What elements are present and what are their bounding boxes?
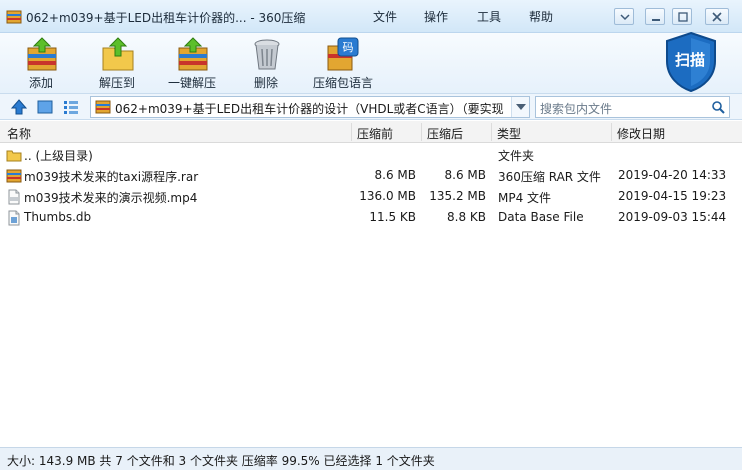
list-view-icon[interactable]: [62, 98, 80, 116]
delete-button[interactable]: 删除: [245, 33, 289, 94]
size-before: 136.0 MB: [359, 189, 416, 203]
file-name: m039技术发来的演示视频.mp4: [24, 191, 198, 205]
chevron-down-icon: [620, 14, 630, 21]
archive-language-icon: 码: [327, 37, 359, 71]
minimize-icon: [652, 19, 660, 21]
file-name: Thumbs.db: [24, 210, 92, 224]
address-row: 062+m039+基于LED出租车计价器的设计（VHDL或者C语言）（要实现 搜…: [0, 94, 742, 120]
file-type: Data Base File: [498, 210, 584, 224]
close-button[interactable]: [705, 8, 729, 25]
address-dropdown[interactable]: [511, 97, 529, 117]
search-input[interactable]: 搜索包内文件: [540, 100, 612, 117]
archive-language-button[interactable]: 码 压缩包语言: [309, 33, 379, 94]
column-divider[interactable]: [611, 123, 612, 141]
col-after[interactable]: 压缩后: [427, 125, 463, 142]
add-label: 添加: [29, 76, 54, 90]
trash-icon: [254, 39, 280, 70]
table-row[interactable]: .. (上级目录) 文件夹: [0, 144, 742, 165]
rar-file-icon: [6, 169, 22, 183]
col-before[interactable]: 压缩前: [357, 125, 393, 142]
app-icon: [6, 10, 22, 24]
db-file-icon: [8, 210, 20, 226]
toolbar: 添加 解压到 一键解压 删除 码 压缩包语言: [0, 33, 742, 94]
column-divider[interactable]: [421, 123, 422, 141]
col-name[interactable]: 名称: [7, 125, 31, 142]
address-path: 062+m039+基于LED出租车计价器的设计（VHDL或者C语言）（要实现: [115, 102, 504, 116]
window-title: 062+m039+基于LED出租车计价器的... - 360压缩: [26, 11, 306, 25]
maximize-button[interactable]: [672, 8, 692, 25]
menu-dropdown-button[interactable]: [614, 8, 634, 25]
file-list[interactable]: 名称 压缩前 压缩后 类型 修改日期 .. (上级目录) 文件夹 m039技术发…: [0, 121, 742, 447]
one-click-extract-label: 一键解压: [168, 76, 217, 90]
scan-label: 扫描: [675, 51, 706, 69]
extract-to-icon: [102, 37, 134, 71]
menu-help[interactable]: 帮助: [529, 8, 553, 25]
chevron-down-icon: [516, 104, 526, 110]
menu-file[interactable]: 文件: [373, 8, 397, 25]
archive-language-label: 压缩包语言: [313, 76, 374, 90]
up-arrow-icon[interactable]: [10, 98, 28, 116]
size-before: 11.5 KB: [369, 210, 416, 224]
size-before: 8.6 MB: [374, 168, 416, 182]
maximize-icon: [678, 12, 688, 22]
add-archive-icon: [27, 37, 57, 71]
search-icon[interactable]: [711, 100, 725, 114]
one-click-extract-button[interactable]: 一键解压: [166, 33, 220, 94]
scan-button[interactable]: 扫描: [663, 31, 719, 93]
search-box[interactable]: 搜索包内文件: [535, 96, 730, 118]
address-bar[interactable]: 062+m039+基于LED出租车计价器的设计（VHDL或者C语言）（要实现: [90, 96, 530, 118]
file-type: 360压缩 RAR 文件: [498, 170, 601, 184]
size-after: 8.8 KB: [447, 210, 486, 224]
file-name: m039技术发来的taxi源程序.rar: [24, 170, 199, 184]
delete-label: 删除: [254, 76, 279, 90]
extract-to-button[interactable]: 解压到: [93, 33, 143, 94]
mp4-file-icon: [8, 189, 20, 205]
col-date[interactable]: 修改日期: [617, 125, 665, 142]
size-after: 8.6 MB: [444, 168, 486, 182]
file-type: 文件夹: [498, 149, 535, 163]
folder-icon: [6, 150, 22, 162]
minimize-button[interactable]: [645, 8, 665, 25]
one-click-extract-icon: [178, 37, 208, 71]
file-type: MP4 文件: [498, 191, 552, 205]
table-row[interactable]: m039技术发来的taxi源程序.rar 8.6 MB 8.6 MB 360压缩…: [0, 165, 742, 186]
file-name: .. (上级目录): [24, 149, 93, 163]
list-header: 名称 压缩前 压缩后 类型 修改日期: [0, 121, 742, 143]
large-icon-view-icon[interactable]: [36, 98, 54, 116]
title-bar: 062+m039+基于LED出租车计价器的... - 360压缩 文件 操作 工…: [0, 0, 742, 33]
column-divider[interactable]: [491, 123, 492, 141]
column-divider[interactable]: [351, 123, 352, 141]
close-icon: [712, 12, 722, 22]
file-date: 2019-04-20 14:33: [618, 168, 727, 182]
svg-text:码: 码: [343, 41, 354, 54]
size-after: 135.2 MB: [429, 189, 486, 203]
extract-to-label: 解压到: [99, 76, 136, 90]
col-type[interactable]: 类型: [497, 125, 521, 142]
table-row[interactable]: m039技术发来的演示视频.mp4 136.0 MB 135.2 MB MP4 …: [0, 186, 742, 207]
menu-tools[interactable]: 工具: [477, 8, 501, 25]
status-text: 大小: 143.9 MB 共 7 个文件和 3 个文件夹 压缩率 99.5% 已…: [7, 454, 435, 468]
table-row[interactable]: Thumbs.db 11.5 KB 8.8 KB Data Base File …: [0, 207, 742, 228]
status-bar: 大小: 143.9 MB 共 7 个文件和 3 个文件夹 压缩率 99.5% 已…: [0, 447, 742, 470]
file-date: 2019-04-15 19:23: [618, 189, 727, 203]
menu-operation[interactable]: 操作: [424, 8, 448, 25]
add-button[interactable]: 添加: [17, 33, 67, 94]
archive-icon: [95, 100, 111, 114]
file-date: 2019-09-03 15:44: [618, 210, 727, 224]
